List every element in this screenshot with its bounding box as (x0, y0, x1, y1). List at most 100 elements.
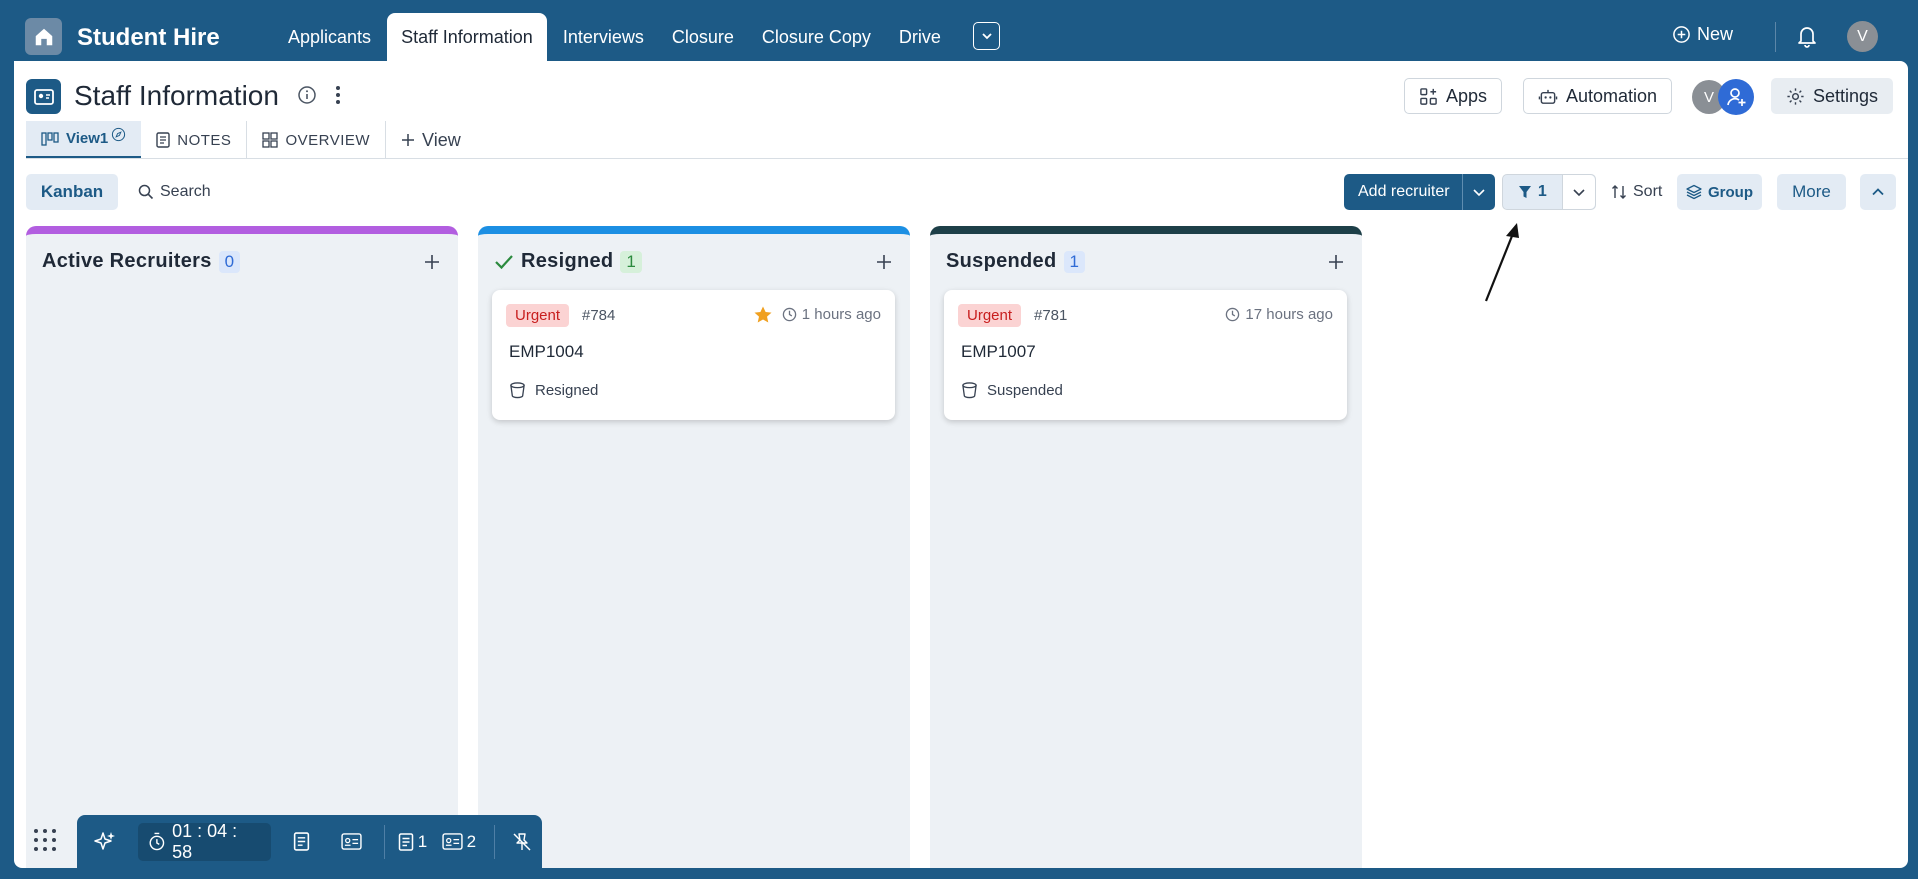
automation-label: Automation (1566, 85, 1658, 106)
kanban-card[interactable]: Urgent #784 1 hours ago EMP1004 Resigned (492, 290, 895, 420)
settings-label: Settings (1813, 85, 1879, 106)
unpin-button[interactable] (503, 815, 543, 868)
card-number: #784 (582, 307, 616, 324)
annotation-arrow (1484, 223, 1519, 302)
info-icon (298, 86, 316, 104)
check-icon (495, 254, 513, 269)
nav-tab-closure-copy[interactable]: Closure Copy (748, 13, 885, 61)
home-button[interactable] (25, 18, 62, 55)
notes-count-button[interactable]: 1 (393, 815, 433, 868)
add-view-label: View (422, 129, 461, 150)
dashboard-icon (262, 132, 279, 148)
id-card-icon (340, 833, 362, 850)
id-card-icon (33, 88, 54, 105)
automation-button[interactable]: Automation (1523, 78, 1673, 114)
main-nav: Applicants Staff Information Interviews … (274, 13, 955, 61)
notifications-button[interactable] (1796, 24, 1818, 53)
tab-overview-label: OVERVIEW (285, 131, 371, 149)
column-header: Suspended 1 (946, 250, 1086, 273)
contact-card-button[interactable] (326, 815, 375, 868)
column-resigned: Resigned 1 Urgent #784 1 hours ago EMP10… (478, 226, 910, 868)
nav-more-button[interactable] (973, 22, 1000, 50)
card-time-label: 1 hours ago (801, 306, 881, 323)
ai-assistant-button[interactable] (77, 815, 132, 868)
kanban-button[interactable]: Kanban (26, 174, 118, 210)
app-launcher-icon[interactable] (33, 828, 57, 852)
star-icon[interactable] (753, 305, 773, 325)
search-button[interactable]: Search (138, 174, 211, 210)
bottom-dock: 01 : 04 : 58 1 2 (77, 815, 542, 868)
card-status-label: Suspended (987, 381, 1063, 399)
group-label: Group (1708, 183, 1753, 201)
card-time-label: 17 hours ago (1245, 306, 1333, 323)
view-tabs: View1 NOTES OVERVIEW View (26, 121, 476, 159)
column-count: 1 (1063, 250, 1086, 273)
pin-off-icon (513, 832, 531, 851)
id-card-icon (441, 833, 463, 850)
apps-grid-icon (1420, 87, 1437, 105)
add-view-button[interactable]: View (386, 121, 476, 159)
add-card-icon[interactable] (1328, 254, 1344, 270)
filter-button[interactable]: 1 (1502, 174, 1596, 210)
bucket-icon (510, 382, 525, 399)
settings-button[interactable]: Settings (1771, 78, 1894, 114)
page-info-button[interactable] (297, 85, 317, 110)
kanban-view-icon (41, 131, 59, 146)
card-title: EMP1004 (509, 342, 584, 361)
group-button[interactable]: Group (1677, 174, 1762, 210)
cards-count-button[interactable]: 2 (432, 815, 485, 868)
clock-icon (1226, 307, 1240, 322)
column-active-recruiters: Active Recruiters 0 (26, 226, 458, 868)
card-title: EMP1007 (961, 342, 1036, 361)
sort-label: Sort (1633, 183, 1663, 200)
nav-tab-interviews[interactable]: Interviews (549, 13, 658, 61)
column-title: Suspended (946, 250, 1057, 272)
user-avatar[interactable]: V (1847, 21, 1878, 52)
kanban-card[interactable]: Urgent #781 17 hours ago EMP1007 Suspend… (944, 290, 1347, 420)
column-header: Active Recruiters 0 (42, 250, 241, 273)
add-user-button[interactable] (1718, 79, 1754, 115)
timer-display[interactable]: 01 : 04 : 58 (138, 821, 271, 862)
add-card-icon[interactable] (424, 254, 440, 270)
topbar-divider (1775, 22, 1776, 52)
nav-tab-staff-information[interactable]: Staff Information (387, 13, 547, 61)
apps-button[interactable]: Apps (1404, 78, 1503, 114)
tab-overview[interactable]: OVERVIEW (247, 121, 387, 159)
collaborators[interactable]: V (1692, 78, 1756, 116)
compass-icon (112, 127, 126, 142)
tab-notes[interactable]: NOTES (141, 121, 248, 159)
nav-tab-applicants[interactable]: Applicants (274, 13, 385, 61)
staff-app-icon (26, 79, 61, 114)
chevron-down-icon (1573, 189, 1585, 197)
notes-button[interactable] (277, 815, 326, 868)
filter-dropdown[interactable] (1561, 175, 1595, 209)
add-card-icon[interactable] (876, 254, 892, 270)
sparkles-icon (93, 831, 115, 850)
tab-view1[interactable]: View1 (26, 121, 142, 159)
filter-main[interactable]: 1 (1503, 175, 1562, 209)
nav-tab-drive[interactable]: Drive (885, 13, 955, 61)
chevron-up-icon (1872, 188, 1884, 196)
stopwatch-icon (149, 832, 165, 851)
add-recruiter-label: Add recruiter (1358, 183, 1450, 200)
column-count: 0 (218, 250, 241, 273)
robot-icon (1538, 89, 1558, 104)
layers-icon (1686, 184, 1702, 200)
sort-button[interactable]: Sort (1611, 174, 1662, 210)
add-recruiter-dropdown[interactable] (1462, 174, 1495, 210)
more-button[interactable]: More (1777, 174, 1846, 210)
card-status-label: Resigned (535, 381, 599, 399)
add-user-icon (1727, 88, 1746, 106)
priority-badge: Urgent (958, 304, 1022, 327)
kebab-menu-icon (336, 86, 340, 104)
add-recruiter-button[interactable]: Add recruiter (1344, 174, 1495, 210)
page-menu-button[interactable] (334, 84, 342, 111)
column-title: Active Recruiters (42, 250, 212, 272)
nav-tab-closure[interactable]: Closure (658, 13, 748, 61)
collapse-button[interactable] (1860, 174, 1896, 210)
card-status: Suspended (961, 381, 1063, 399)
new-button[interactable]: New (1672, 24, 1733, 45)
chevron-down-icon (981, 33, 992, 40)
search-icon (138, 184, 154, 200)
dock-divider (493, 824, 495, 859)
